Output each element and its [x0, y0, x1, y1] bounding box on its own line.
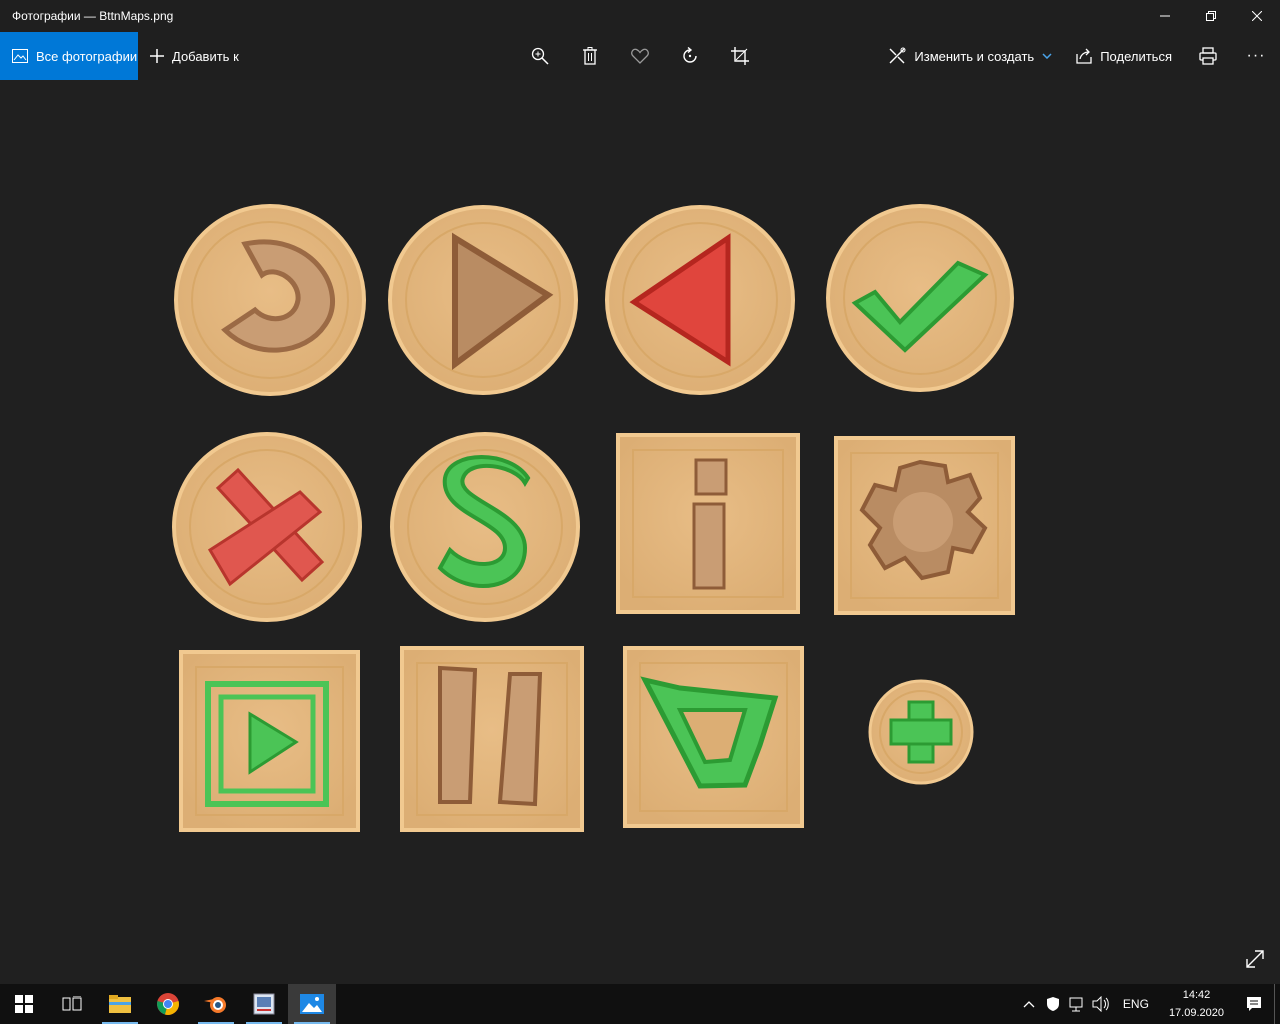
edit-create-label: Изменить и создать: [914, 48, 1035, 64]
zoom-button[interactable]: [515, 32, 565, 80]
photos-app-icon: [300, 994, 324, 1014]
toolbar: Все фотографии Добавить к Изменить и соз…: [0, 32, 1280, 80]
restore-icon: [1206, 11, 1216, 21]
crop-icon: [731, 47, 749, 65]
chrome-icon: [157, 993, 179, 1015]
volume-button[interactable]: [1089, 984, 1113, 1024]
clock-time: 14:42: [1182, 989, 1211, 1001]
heart-icon: [631, 48, 649, 64]
shield-icon: [1046, 997, 1059, 1011]
rotate-button[interactable]: [665, 32, 715, 80]
more-icon: ···: [1246, 47, 1266, 64]
taskbar: ENG 14:42 17.09.2020: [0, 984, 1280, 1024]
pause-button-tile: [400, 646, 584, 832]
language-indicator[interactable]: ENG: [1113, 997, 1159, 1011]
fullscreen-button[interactable]: [1240, 944, 1270, 974]
share-icon: [1076, 48, 1092, 64]
paint-app-icon: [253, 993, 275, 1015]
system-tray: ENG 14:42 17.09.2020: [1017, 984, 1280, 1024]
shop-button-tile: [623, 646, 804, 828]
chevron-up-icon: [1023, 1001, 1035, 1008]
taskbar-paint-app[interactable]: [240, 984, 288, 1024]
chevron-down-icon: [1042, 53, 1052, 59]
add-to-button[interactable]: Добавить к: [150, 32, 239, 80]
file-explorer-icon: [109, 995, 131, 1013]
clock-date: 17.09.2020: [1168, 1007, 1224, 1019]
volume-icon: [1092, 996, 1109, 1012]
close-icon: [1252, 11, 1262, 21]
defender-tray-button[interactable]: [1041, 984, 1065, 1024]
clock[interactable]: 14:42 17.09.2020: [1159, 986, 1234, 1022]
taskbar-chrome[interactable]: [144, 984, 192, 1024]
network-icon: [1069, 997, 1083, 1012]
print-button[interactable]: [1184, 32, 1232, 80]
photos-icon: [12, 49, 28, 63]
gear-button-tile: [834, 436, 1015, 615]
share-button[interactable]: Поделиться: [1064, 32, 1184, 80]
zoom-in-icon: [531, 47, 549, 65]
taskbar-file-explorer[interactable]: [96, 984, 144, 1024]
all-photos-button[interactable]: Все фотографии: [0, 32, 138, 80]
minimize-icon: [1160, 15, 1170, 17]
title-bar: Фотографии — BttnMaps.png: [0, 0, 1280, 32]
add-to-label: Добавить к: [172, 48, 239, 64]
minimize-button[interactable]: [1142, 0, 1188, 32]
crop-button[interactable]: [715, 32, 765, 80]
bttnmaps-image: [172, 204, 1015, 832]
taskbar-blender[interactable]: [192, 984, 240, 1024]
start-button[interactable]: [0, 984, 48, 1024]
taskbar-photos[interactable]: [288, 984, 336, 1024]
task-view-button[interactable]: [48, 984, 96, 1024]
video-button-tile: [179, 650, 360, 832]
show-hidden-icons-button[interactable]: [1017, 984, 1041, 1024]
info-i-icon: [692, 458, 728, 590]
favorite-button[interactable]: [615, 32, 665, 80]
info-button-tile: [616, 433, 800, 614]
edit-create-icon: [889, 47, 906, 64]
cross-button-tile: [172, 432, 362, 622]
show-desktop-button[interactable]: [1274, 984, 1280, 1024]
action-center-button[interactable]: [1234, 984, 1274, 1024]
rotate-icon: [683, 47, 697, 63]
network-button[interactable]: [1065, 984, 1089, 1024]
play-button-tile: [388, 205, 578, 395]
plus-button-tile: [868, 679, 974, 785]
dollar-button-tile: [390, 432, 580, 622]
printer-icon: [1199, 47, 1217, 65]
share-label: Поделиться: [1100, 48, 1172, 64]
task-view-icon: [62, 996, 82, 1011]
start-icon: [15, 995, 33, 1013]
more-button[interactable]: ···: [1232, 32, 1280, 80]
image-canvas[interactable]: [0, 80, 1280, 984]
plus-icon: [150, 49, 164, 63]
check-button-tile: [826, 204, 1014, 392]
close-button[interactable]: [1234, 0, 1280, 32]
restore-button[interactable]: [1188, 0, 1234, 32]
reload-button-tile: [174, 204, 366, 396]
back-button-tile: [605, 205, 795, 395]
notification-icon: [1247, 997, 1261, 1011]
edit-create-button[interactable]: Изменить и создать: [876, 32, 1064, 80]
all-photos-label: Все фотографии: [36, 48, 138, 64]
delete-button[interactable]: [565, 32, 615, 80]
blender-icon: [204, 997, 226, 1013]
trash-icon: [583, 47, 597, 65]
expand-icon: [1246, 950, 1264, 968]
window-title: Фотографии — BttnMaps.png: [12, 9, 174, 23]
